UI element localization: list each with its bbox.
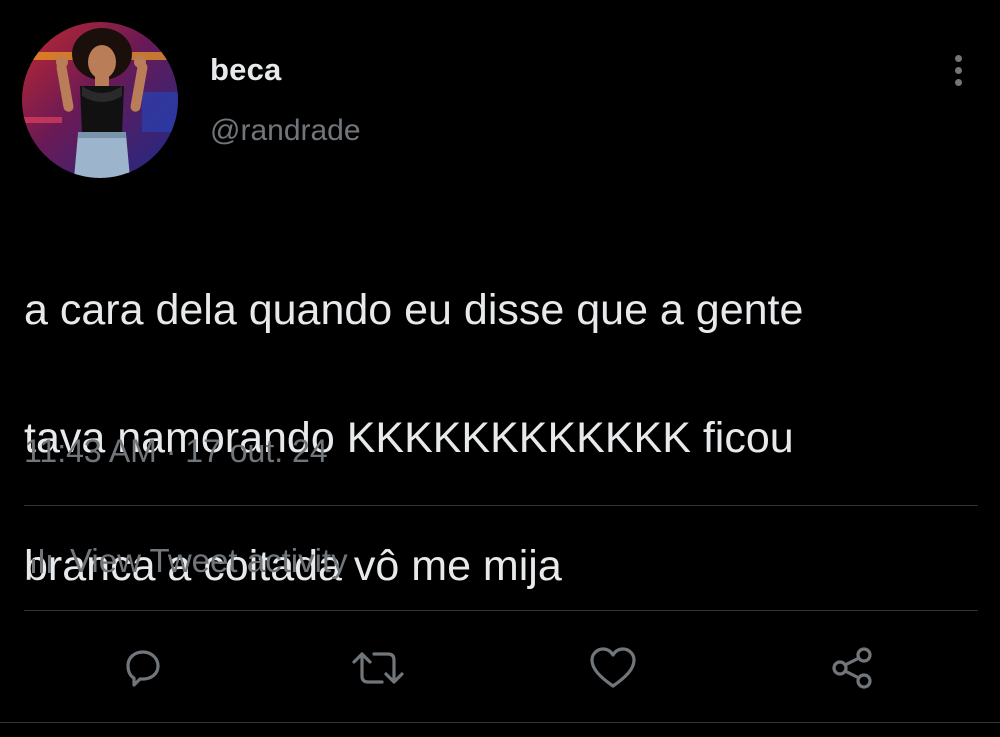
divider (0, 722, 1000, 723)
more-vertical-icon-dot (954, 78, 962, 86)
user-handle[interactable]: @randrade (210, 114, 361, 148)
retweet-button[interactable] (348, 640, 408, 700)
reply-button[interactable] (112, 640, 172, 700)
more-options-button[interactable] (940, 50, 976, 90)
display-name[interactable]: beca (210, 52, 281, 88)
divider (24, 610, 978, 611)
view-tweet-activity-button[interactable]: View Tweet activity (30, 537, 348, 585)
tweet-date[interactable]: 17 out. 24 (185, 433, 327, 469)
meta-separator: · (165, 433, 177, 469)
tweet-detail: beca @randrade a cara dela quando eu dis… (0, 0, 1000, 737)
bar-chart-icon (30, 543, 54, 580)
tweet-meta: 11:43 AM · 17 out. 24 (24, 433, 328, 470)
tweet-actions-bar (0, 640, 1000, 700)
divider (24, 505, 978, 506)
like-button[interactable] (583, 640, 643, 700)
heart-icon (588, 645, 638, 696)
view-tweet-activity-label: View Tweet activity (70, 542, 348, 579)
tweet-text-line: a cara dela quando eu disse que a gente (24, 286, 804, 334)
retweet-icon (350, 644, 406, 697)
share-button[interactable] (822, 640, 882, 700)
avatar-image (22, 22, 178, 178)
tweet-time[interactable]: 11:43 AM (24, 433, 157, 469)
share-icon (828, 644, 876, 697)
reply-icon (118, 644, 166, 697)
more-vertical-icon-dot (954, 54, 962, 62)
more-vertical-icon-dot (954, 66, 962, 74)
avatar[interactable] (22, 22, 178, 178)
